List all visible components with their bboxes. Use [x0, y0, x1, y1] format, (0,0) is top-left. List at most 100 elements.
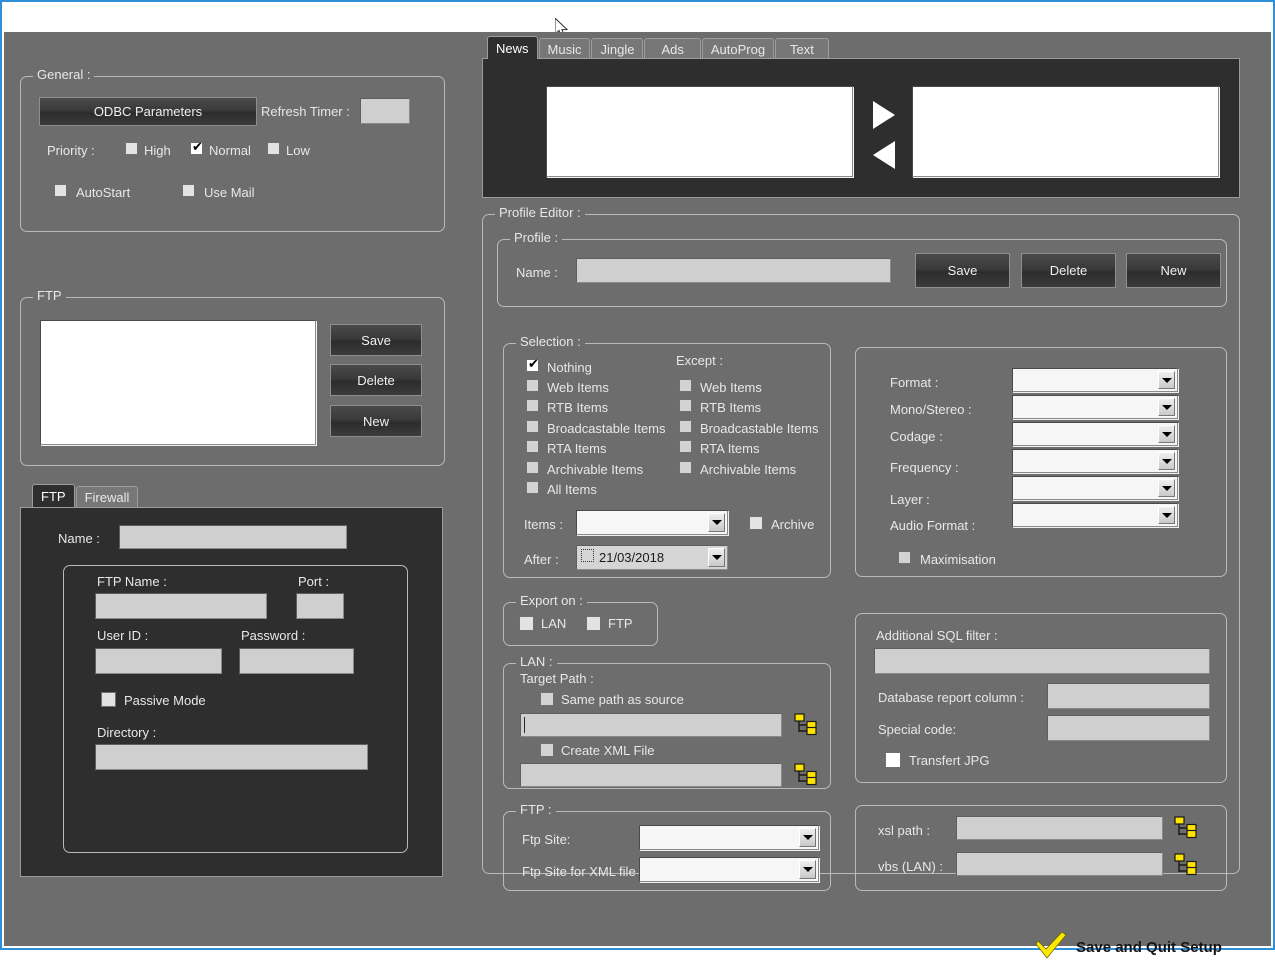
after-date-picker[interactable]: 21/03/2018 — [576, 545, 728, 570]
tab-ftp-label: FTP — [41, 488, 66, 504]
layer-combo-chevron-down-icon[interactable] — [1158, 479, 1175, 497]
autostart-checkbox[interactable] — [54, 184, 67, 197]
xsl-path-browse-folder-tree-icon[interactable] — [1174, 815, 1198, 839]
tab-text-label: Text — [790, 41, 814, 57]
vbs-lan-input[interactable] — [956, 852, 1163, 876]
ftp-site-combo-chevron-down-icon[interactable] — [799, 828, 816, 847]
tab-autoprog[interactable]: AutoProg — [701, 38, 775, 59]
except-archivable-items-checkbox[interactable] — [679, 461, 692, 474]
selection-broadcastable-items-checkbox[interactable] — [526, 420, 539, 433]
except-web-items-checkbox[interactable] — [679, 379, 692, 392]
maximisation-label: Maximisation — [920, 552, 996, 567]
ftp-list-box[interactable] — [40, 320, 316, 445]
ftp-name-input[interactable] — [95, 593, 267, 619]
ftp-name-field-label: Name : — [58, 531, 100, 546]
archive-checkbox[interactable] — [749, 516, 763, 530]
frequency-combo-chevron-down-icon[interactable] — [1158, 452, 1175, 470]
odbc-parameters-button[interactable]: ODBC Parameters — [39, 97, 257, 126]
layer-combo[interactable] — [1012, 476, 1178, 500]
special-code-input[interactable] — [1047, 715, 1210, 741]
tab-music[interactable]: Music — [538, 38, 591, 59]
same-path-as-source-checkbox[interactable] — [540, 692, 554, 706]
except-label: Except : — [676, 353, 723, 368]
directory-input[interactable] — [95, 744, 368, 770]
ftp-profile-name-input[interactable] — [119, 525, 347, 549]
profile-new-button[interactable]: New — [1126, 253, 1221, 288]
ftp-site-xml-combo-chevron-down-icon[interactable] — [799, 860, 816, 879]
xml-path-browse-folder-tree-icon[interactable] — [794, 762, 818, 786]
frequency-combo[interactable] — [1012, 449, 1178, 473]
items-combo[interactable] — [576, 510, 728, 535]
except-rtb-items-checkbox[interactable] — [679, 399, 692, 412]
selection-rtb-items-checkbox[interactable] — [526, 399, 539, 412]
after-date-chevron-down-icon[interactable] — [708, 548, 725, 567]
password-input[interactable] — [239, 648, 354, 674]
use-mail-checkbox[interactable] — [182, 184, 195, 197]
user-id-label: User ID : — [97, 628, 149, 643]
lan-group: LAN : Target Path : Same path as source — [503, 655, 831, 789]
format-combo-chevron-down-icon[interactable] — [1158, 371, 1175, 389]
profile-save-button[interactable]: Save — [915, 253, 1010, 288]
selection-nothing-checkbox[interactable]: ✔ — [526, 358, 539, 372]
profile-delete-button[interactable]: Delete — [1021, 253, 1116, 288]
mono-stereo-combo[interactable] — [1012, 395, 1178, 419]
selection-rta-items-checkbox[interactable] — [526, 440, 539, 453]
ftp-site-xml-combo-value — [645, 858, 796, 881]
tab-firewall[interactable]: Firewall — [75, 486, 139, 507]
mono-stereo-combo-chevron-down-icon[interactable] — [1158, 398, 1175, 416]
user-id-input[interactable] — [95, 648, 222, 674]
save-and-quit-setup-button[interactable]: Save and Quit Setup — [1034, 932, 1222, 962]
export-ftp-checkbox[interactable] — [586, 616, 601, 631]
tab-ads[interactable]: Ads — [644, 38, 701, 59]
ftp-delete-button[interactable]: Delete — [330, 364, 422, 396]
priority-normal-checkbox[interactable]: ✔ — [190, 141, 203, 155]
use-mail-label: Use Mail — [204, 185, 255, 200]
port-input[interactable] — [296, 593, 344, 619]
ftp-new-button[interactable]: New — [330, 405, 422, 437]
create-xml-file-checkbox[interactable] — [540, 743, 554, 757]
audio-format-combo-chevron-down-icon[interactable] — [1158, 506, 1175, 524]
tab-text[interactable]: Text — [775, 38, 829, 59]
format-combo[interactable] — [1012, 368, 1178, 392]
maximisation-checkbox[interactable] — [898, 551, 911, 564]
tab-news[interactable]: News — [487, 36, 538, 59]
tab-ftp[interactable]: FTP — [32, 484, 75, 507]
audio-format-combo-value — [1018, 504, 1155, 526]
selection-archivable-items-checkbox[interactable] — [526, 461, 539, 474]
available-items-list[interactable] — [546, 86, 853, 177]
items-combo-chevron-down-icon[interactable] — [708, 513, 725, 532]
move-left-icon[interactable] — [873, 141, 895, 169]
after-date-checkbox[interactable] — [581, 549, 594, 562]
priority-low-checkbox[interactable] — [267, 142, 280, 155]
ftp-site-combo[interactable] — [639, 825, 819, 850]
refresh-timer-input[interactable] — [360, 98, 410, 124]
codage-combo-chevron-down-icon[interactable] — [1158, 425, 1175, 443]
target-path-input[interactable] — [520, 713, 782, 737]
profile-name-input[interactable] — [576, 258, 891, 283]
sql-filter-group: Additional SQL filter : Database report … — [855, 613, 1227, 783]
except-broadcastable-items-checkbox[interactable] — [679, 420, 692, 433]
selection-web-items-checkbox[interactable] — [526, 379, 539, 392]
tab-news-label: News — [496, 40, 529, 56]
items-combo-value — [582, 511, 705, 534]
vbs-lan-browse-folder-tree-icon[interactable] — [1174, 852, 1198, 876]
database-report-column-input[interactable] — [1047, 683, 1210, 709]
tab-jingle[interactable]: Jingle — [591, 38, 644, 59]
codage-combo[interactable] — [1012, 422, 1178, 446]
priority-high-checkbox[interactable] — [125, 142, 138, 155]
target-path-browse-folder-tree-icon[interactable] — [794, 712, 818, 736]
export-lan-checkbox[interactable] — [519, 616, 534, 631]
xsl-path-input[interactable] — [956, 816, 1163, 840]
passive-mode-checkbox[interactable] — [101, 692, 116, 707]
audio-format-combo[interactable] — [1012, 503, 1178, 527]
selected-items-list[interactable] — [912, 86, 1219, 177]
additional-sql-filter-input[interactable] — [874, 648, 1210, 674]
except-rta-items-checkbox[interactable] — [679, 440, 692, 453]
ftp-site-xml-combo[interactable] — [639, 857, 819, 882]
xml-path-input[interactable] — [520, 763, 782, 787]
ftp-save-button[interactable]: Save — [330, 324, 422, 356]
transfert-jpg-checkbox[interactable] — [885, 752, 901, 768]
selection-all-items-checkbox[interactable] — [526, 481, 539, 494]
database-report-column-label: Database report column : — [878, 690, 1024, 705]
move-right-icon[interactable] — [873, 101, 895, 129]
